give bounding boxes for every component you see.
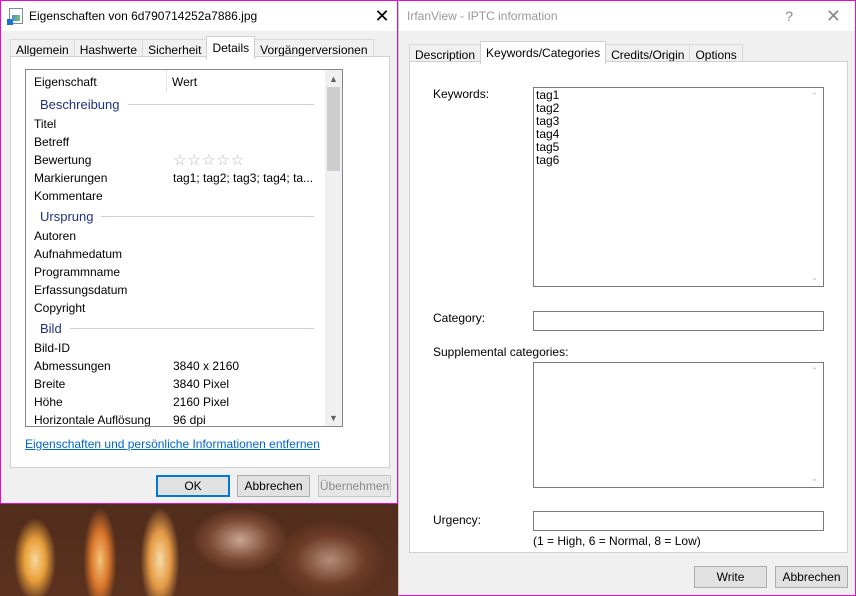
iptc-titlebar[interactable]: IrfanView - IPTC information ? ✕ <box>399 1 855 31</box>
property-name: Höhe <box>34 395 63 409</box>
cancel-button[interactable]: Abbrechen <box>775 566 848 588</box>
property-name: Betreff <box>34 135 70 149</box>
list-item[interactable]: Abmessungen 3840 x 2160 <box>26 357 324 375</box>
group-header-ursprung[interactable]: Ursprung <box>26 205 324 227</box>
property-name: Programmname <box>34 265 121 279</box>
list-scrollbar[interactable]: ▲ ▼ <box>325 70 342 426</box>
supplemental-categories-label: Supplemental categories: <box>433 345 569 359</box>
cancel-button[interactable]: Abbrechen <box>237 475 310 497</box>
property-value: 2160 Pixel <box>173 395 230 409</box>
list-item[interactable]: Markierungen tag1; tag2; tag3; tag4; ta..… <box>26 169 324 187</box>
group-header-bild[interactable]: Bild <box>26 317 324 339</box>
property-name: Erfassungsdatum <box>34 283 128 297</box>
properties-titlebar[interactable]: Eigenschaften von 6d790714252a7886.jpg ✕ <box>1 1 397 31</box>
property-name: Aufnahmedatum <box>34 247 123 261</box>
list-item[interactable]: Titel <box>26 115 324 133</box>
tab-details[interactable]: Details <box>206 36 256 59</box>
scroll-thumb[interactable] <box>327 87 340 171</box>
property-name: Autoren <box>34 229 77 243</box>
list-item[interactable]: Bewertung ☆☆☆☆☆ <box>26 151 324 169</box>
property-name: Kommentare <box>34 189 103 203</box>
group-label: Bild <box>40 320 62 336</box>
list-item[interactable]: Kommentare <box>26 187 324 205</box>
list-body: Beschreibung Titel Betreff Bewertung ☆☆☆☆… <box>26 93 324 427</box>
property-name: Horizontale Auflösung <box>34 413 151 427</box>
tab-keywords-categories[interactable]: Keywords/Categories <box>480 41 607 64</box>
property-name: Breite <box>34 377 66 391</box>
keywords-content: tag1 tag2 tag3 tag4 tag5 tag6 <box>536 89 559 167</box>
ok-button[interactable]: OK <box>156 475 230 497</box>
properties-list[interactable]: Eigenschaft Wert Beschreibung Titel Betr… <box>25 69 343 427</box>
list-item[interactable]: Horizontale Auflösung 96 dpi <box>26 411 324 427</box>
remove-properties-link[interactable]: Eigenschaften und persönliche Informatio… <box>25 437 320 451</box>
scroll-down-icon[interactable]: ▼ <box>325 409 342 426</box>
scroll-down-icon[interactable]: ⌄ <box>806 470 823 487</box>
image-file-icon <box>7 8 23 25</box>
group-label: Beschreibung <box>40 96 120 112</box>
list-item[interactable]: Aufnahmedatum <box>26 245 324 263</box>
property-name: Bild-ID <box>34 341 71 355</box>
close-icon[interactable]: ✕ <box>367 1 397 31</box>
close-icon[interactable]: ✕ <box>826 1 841 31</box>
group-divider <box>101 215 314 217</box>
property-value: 3840 x 2160 <box>173 359 240 373</box>
write-button[interactable]: Write <box>694 566 767 588</box>
scroll-down-icon[interactable]: ⌄ <box>806 269 823 286</box>
supplemental-categories-textarea[interactable]: ⌃ ⌄ <box>533 362 824 488</box>
list-item[interactable]: Copyright <box>26 299 324 317</box>
keywords-tab-page: Keywords: tag1 tag2 tag3 tag4 tag5 tag6 … <box>409 61 848 553</box>
group-header-beschreibung[interactable]: Beschreibung <box>26 93 324 115</box>
scroll-up-icon[interactable]: ⌃ <box>806 88 823 105</box>
property-name: Copyright <box>34 301 86 315</box>
supplemental-scrollbar[interactable]: ⌃ ⌄ <box>806 363 823 487</box>
group-label: Ursprung <box>40 208 94 224</box>
list-item[interactable]: Bild-ID <box>26 339 324 357</box>
scroll-up-icon[interactable]: ⌃ <box>806 363 823 380</box>
rating-stars[interactable]: ☆☆☆☆☆ <box>165 151 315 169</box>
list-item[interactable]: Höhe 2160 Pixel <box>26 393 324 411</box>
urgency-hint: (1 = High, 6 = Normal, 8 = Low) <box>533 534 701 548</box>
help-icon[interactable]: ? <box>785 1 793 31</box>
keywords-textarea[interactable]: tag1 tag2 tag3 tag4 tag5 tag6 ⌃ ⌄ <box>533 87 824 287</box>
keyword-line: tag6 <box>536 153 560 167</box>
group-divider <box>127 103 314 105</box>
iptc-window: IrfanView - IPTC information ? ✕ Descrip… <box>398 0 856 596</box>
urgency-input[interactable] <box>533 511 824 531</box>
iptc-title: IrfanView - IPTC information <box>407 9 558 23</box>
list-item[interactable]: Programmname <box>26 263 324 281</box>
property-value: 3840 Pixel <box>173 377 230 391</box>
property-name: Titel <box>34 117 57 131</box>
category-input[interactable] <box>533 311 824 331</box>
urgency-label: Urgency: <box>433 513 482 527</box>
properties-window: Eigenschaften von 6d790714252a7886.jpg ✕… <box>0 0 398 504</box>
scroll-up-icon[interactable]: ▲ <box>325 70 342 87</box>
list-header: Eigenschaft Wert <box>26 70 324 93</box>
property-name: Bewertung <box>34 153 92 167</box>
group-divider <box>69 327 314 329</box>
keywords-label: Keywords: <box>433 87 490 101</box>
details-tab-page: Eigenschaft Wert Beschreibung Titel Betr… <box>10 56 390 468</box>
column-header-value[interactable]: Wert <box>167 75 197 89</box>
property-name: Abmessungen <box>34 359 111 373</box>
list-item[interactable]: Betreff <box>26 133 324 151</box>
column-header-property[interactable]: Eigenschaft <box>26 70 167 93</box>
apply-button[interactable]: Übernehmen <box>318 475 391 497</box>
property-name: Markierungen <box>34 171 108 185</box>
list-item[interactable]: Autoren <box>26 227 324 245</box>
category-label: Category: <box>433 311 486 325</box>
keywords-scrollbar[interactable]: ⌃ ⌄ <box>806 88 823 286</box>
property-value: 96 dpi <box>173 413 206 427</box>
property-value: tag1; tag2; tag3; tag4; ta... <box>173 171 314 185</box>
list-item[interactable]: Breite 3840 Pixel <box>26 375 324 393</box>
properties-title: Eigenschaften von 6d790714252a7886.jpg <box>29 9 258 23</box>
list-item[interactable]: Erfassungsdatum <box>26 281 324 299</box>
